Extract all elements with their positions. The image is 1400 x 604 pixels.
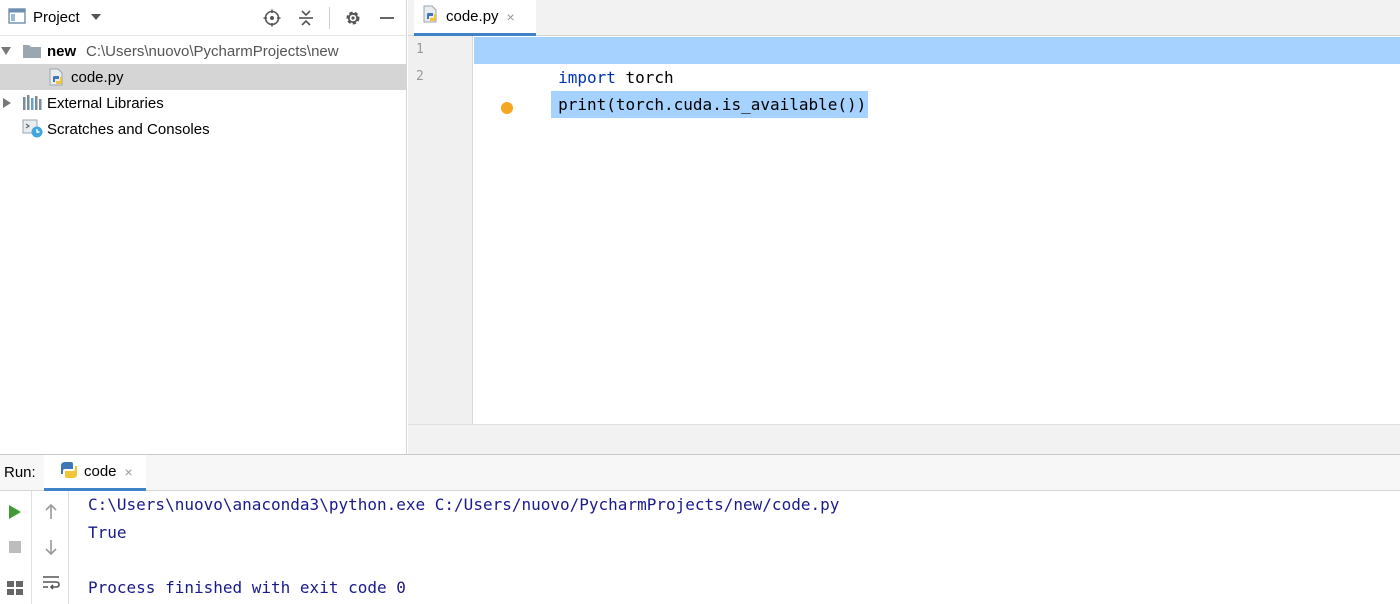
project-panel: Project new C:\Users\nuovo\PycharmProjec… bbox=[0, 0, 407, 454]
intention-bulb-icon[interactable] bbox=[501, 102, 513, 114]
editor-body[interactable]: 1 2 import torch print(torch.cuda.is_ava… bbox=[408, 36, 1400, 424]
project-header-tools bbox=[249, 7, 398, 29]
stop-icon[interactable] bbox=[4, 536, 26, 558]
gear-icon[interactable] bbox=[342, 7, 364, 29]
run-tab-label: code bbox=[84, 463, 117, 480]
close-icon[interactable]: × bbox=[507, 9, 515, 25]
tree-item-label: new bbox=[47, 42, 77, 60]
folder-icon bbox=[22, 43, 42, 63]
python-file-icon bbox=[48, 68, 66, 91]
chevron-down-icon[interactable] bbox=[90, 12, 102, 24]
tree-item-path: C:\Users\nuovo\PycharmProjects\new bbox=[86, 42, 339, 60]
python-icon bbox=[60, 461, 78, 483]
tree-item-external-libraries[interactable]: External Libraries bbox=[0, 90, 406, 116]
line-number: 2 bbox=[416, 69, 424, 84]
soft-wrap-icon[interactable] bbox=[40, 571, 62, 593]
editor-footer bbox=[408, 424, 1400, 454]
code-line[interactable]: import torch bbox=[474, 37, 1400, 87]
run-panel: Run: code × C:\Users\nuovo\anaconda3\pyt… bbox=[0, 454, 1400, 604]
run-toolbar-secondary bbox=[33, 491, 69, 604]
locate-icon[interactable] bbox=[261, 7, 283, 29]
run-tab-code[interactable]: code × bbox=[44, 455, 146, 491]
project-view-icon bbox=[8, 7, 26, 28]
editor-tab-bar: code.py × bbox=[408, 0, 1400, 36]
tree-item-scratches[interactable]: Scratches and Consoles bbox=[0, 116, 406, 142]
tree-item-label: Scratches and Consoles bbox=[47, 120, 210, 138]
python-file-icon bbox=[422, 5, 440, 28]
scratches-icon bbox=[22, 119, 44, 143]
chevron-right-icon[interactable] bbox=[1, 97, 13, 109]
hide-panel-icon[interactable] bbox=[376, 7, 398, 29]
run-toolbar-primary bbox=[0, 491, 32, 604]
tree-item-code-py[interactable]: code.py bbox=[0, 64, 406, 90]
code-line[interactable]: print(torch.cuda.is_available()) bbox=[474, 64, 869, 118]
close-icon[interactable]: × bbox=[125, 464, 133, 480]
console-line: Process finished with exit code 0 bbox=[88, 578, 406, 597]
collapse-all-icon[interactable] bbox=[295, 7, 317, 29]
run-title: Run: bbox=[4, 464, 36, 481]
project-panel-header: Project bbox=[0, 0, 406, 36]
arrow-down-icon[interactable] bbox=[40, 536, 62, 558]
chevron-down-icon[interactable] bbox=[0, 45, 12, 57]
code-text: print(torch.cuda.is_available()) bbox=[551, 91, 869, 118]
run-icon[interactable] bbox=[4, 501, 26, 523]
line-number: 1 bbox=[416, 42, 424, 57]
project-tree: new C:\Users\nuovo\PycharmProjects\new c… bbox=[0, 38, 406, 142]
project-panel-title[interactable]: Project bbox=[33, 9, 80, 26]
run-header: Run: code × bbox=[0, 455, 1400, 491]
tree-item-project-root[interactable]: new C:\Users\nuovo\PycharmProjects\new bbox=[0, 38, 406, 64]
console-line: C:\Users\nuovo\anaconda3\python.exe C:/U… bbox=[88, 495, 840, 514]
line-number-gutter: 1 2 bbox=[408, 36, 473, 424]
console-line: True bbox=[88, 523, 127, 542]
library-icon bbox=[22, 95, 42, 115]
code-area[interactable]: import torch print(torch.cuda.is_availab… bbox=[474, 36, 1400, 424]
toolbar-divider bbox=[329, 7, 330, 29]
tree-item-label: code.py bbox=[71, 68, 124, 86]
arrow-up-icon[interactable] bbox=[40, 501, 62, 523]
console-output[interactable]: C:\Users\nuovo\anaconda3\python.exe C:/U… bbox=[88, 491, 1400, 604]
tree-item-label: External Libraries bbox=[47, 94, 164, 112]
editor: code.py × 1 2 import torch print(torch.c… bbox=[408, 0, 1400, 454]
tab-label: code.py bbox=[446, 8, 499, 25]
tab-code-py[interactable]: code.py × bbox=[414, 0, 536, 36]
layout-icon[interactable] bbox=[4, 577, 26, 599]
